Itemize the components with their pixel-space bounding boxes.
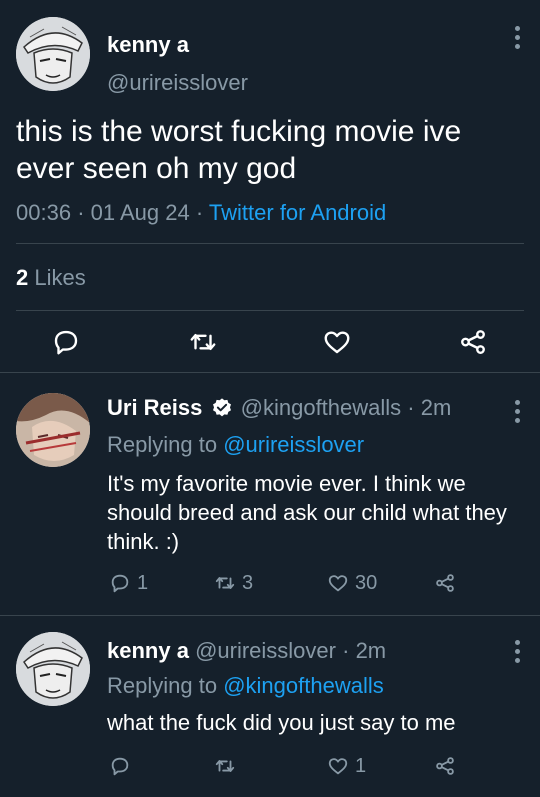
separator: · bbox=[407, 395, 421, 420]
replying-prefix: Replying to bbox=[107, 673, 218, 698]
avatar[interactable] bbox=[16, 393, 90, 467]
tweet-age: 2m bbox=[420, 395, 452, 420]
retweet-button[interactable]: 3 bbox=[214, 571, 253, 595]
likes-label: Likes bbox=[34, 265, 86, 290]
author-name[interactable]: kenny a bbox=[107, 638, 189, 663]
main-tweet: kenny a @urireisslover this is the worst… bbox=[0, 0, 540, 373]
share-icon bbox=[434, 572, 456, 594]
author-name[interactable]: Uri Reiss bbox=[107, 395, 202, 420]
likes-summary[interactable]: 2 Likes bbox=[16, 265, 86, 291]
reply-header: Uri Reiss @kingofthewalls · 2m bbox=[107, 395, 451, 421]
replying-prefix: Replying to bbox=[107, 432, 218, 457]
avatar[interactable] bbox=[16, 632, 90, 706]
share-icon[interactable] bbox=[458, 327, 488, 357]
divider bbox=[16, 310, 524, 311]
author-name[interactable]: kenny a bbox=[107, 32, 189, 58]
retweet-button[interactable] bbox=[214, 754, 242, 778]
more-vertical-icon[interactable] bbox=[512, 640, 522, 668]
tweet-age: 2m bbox=[355, 638, 387, 663]
replying-to: Replying to @kingofthewalls bbox=[107, 673, 384, 699]
retweet-icon bbox=[214, 572, 236, 594]
retweet-icon[interactable] bbox=[188, 327, 218, 357]
separator: · bbox=[77, 200, 91, 225]
reply-icon bbox=[109, 755, 131, 777]
like-count: 30 bbox=[355, 571, 378, 594]
separator: · bbox=[195, 200, 209, 225]
like-count: 1 bbox=[355, 754, 367, 777]
tweet-time: 00:36 bbox=[16, 200, 72, 225]
more-vertical-icon[interactable] bbox=[512, 26, 522, 54]
tweet-date: 01 Aug 24 bbox=[90, 200, 190, 225]
divider bbox=[16, 243, 524, 244]
heart-icon[interactable] bbox=[322, 327, 352, 357]
share-button[interactable] bbox=[434, 571, 462, 595]
reply-header: kenny a @urireisslover · 2m bbox=[107, 638, 386, 664]
verified-badge-icon bbox=[211, 397, 233, 419]
reply-button[interactable]: 1 bbox=[109, 571, 148, 595]
more-vertical-icon[interactable] bbox=[512, 400, 522, 428]
author-handle[interactable]: @urireisslover bbox=[107, 70, 248, 96]
share-button[interactable] bbox=[434, 754, 462, 778]
like-button[interactable]: 30 bbox=[327, 571, 377, 595]
tweet-thread: kenny a @urireisslover this is the worst… bbox=[0, 0, 540, 797]
replying-to: Replying to @urireisslover bbox=[107, 432, 364, 458]
heart-icon bbox=[327, 572, 349, 594]
author-handle[interactable]: @kingofthewalls bbox=[241, 395, 402, 420]
reply-icon bbox=[109, 572, 131, 594]
tweet-text: It's my favorite movie ever. I think we … bbox=[107, 471, 507, 554]
tweet-source[interactable]: Twitter for Android bbox=[209, 200, 386, 225]
author-handle[interactable]: @urireisslover bbox=[195, 638, 336, 663]
likes-count: 2 bbox=[16, 265, 29, 290]
reply-icon[interactable] bbox=[51, 327, 81, 357]
tweet-meta: 00:36 · 01 Aug 24 · Twitter for Android bbox=[16, 200, 386, 226]
like-button[interactable]: 1 bbox=[327, 754, 366, 778]
mention-link[interactable]: @kingofthewalls bbox=[223, 673, 384, 698]
tweet-text: this is the worst fucking movie ive ever… bbox=[16, 115, 462, 185]
heart-icon bbox=[327, 755, 349, 777]
avatar[interactable] bbox=[16, 17, 90, 91]
reply-button[interactable] bbox=[109, 754, 137, 778]
reply-tweet[interactable]: Uri Reiss @kingofthewalls · 2m Replying … bbox=[0, 373, 540, 616]
retweet-icon bbox=[214, 755, 236, 777]
reply-tweet[interactable]: kenny a @urireisslover · 2m Replying to … bbox=[0, 616, 540, 797]
separator: · bbox=[342, 638, 356, 663]
retweet-count: 3 bbox=[242, 571, 254, 594]
reply-count: 1 bbox=[137, 571, 149, 594]
tweet-text: what the fuck did you just say to me bbox=[107, 710, 456, 735]
mention-link[interactable]: @urireisslover bbox=[223, 432, 364, 457]
share-icon bbox=[434, 755, 456, 777]
